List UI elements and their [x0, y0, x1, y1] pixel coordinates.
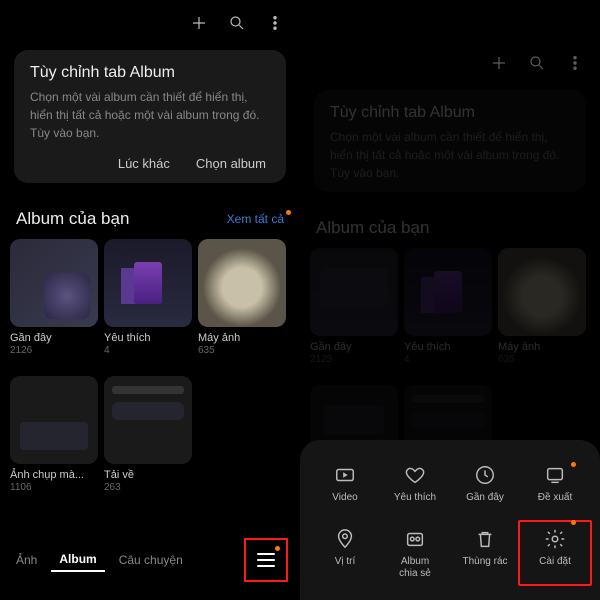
menu-label: Gần đây	[466, 492, 504, 504]
menu-suggest[interactable]: Đề xuất	[520, 464, 590, 504]
album-count: 1106	[10, 482, 98, 493]
screen-menu-open: Tùy chỉnh tab Album Chọn một vài album c…	[300, 0, 600, 600]
see-all-link[interactable]: Xem tất cả	[227, 212, 284, 226]
album-item[interactable]: Máy ảnh 635	[198, 239, 286, 356]
menu-button[interactable]	[244, 538, 288, 582]
menu-shared-album[interactable]: Album chia sẻ	[380, 528, 450, 580]
section-header: Album của bạn	[300, 202, 600, 248]
card-actions: Lúc khác Chọn album	[30, 156, 270, 173]
menu-label: Album chia sẻ	[399, 556, 431, 580]
album-count: 263	[104, 482, 192, 493]
section-title: Album của bạn	[316, 218, 429, 238]
more-icon[interactable]	[266, 14, 284, 32]
menu-settings[interactable]: Cài đặt	[518, 520, 592, 586]
album-title: Máy ảnh	[198, 332, 286, 344]
tab-album[interactable]: Album	[51, 548, 104, 572]
album-count: 4	[404, 354, 492, 365]
customize-card: Tùy chỉnh tab Album Chọn một vài album c…	[314, 90, 586, 192]
video-icon	[334, 464, 356, 486]
album-count: 4	[104, 345, 192, 356]
album-thumbnail	[498, 248, 586, 336]
section-title: Album của bạn	[16, 209, 129, 229]
album-thumbnail	[310, 248, 398, 336]
tab-stories[interactable]: Câu chuyện	[111, 549, 191, 571]
card-title: Tùy chỉnh tab Album	[30, 64, 270, 82]
card-body: Chọn một vài album cần thiết để hiển thị…	[330, 128, 570, 182]
album-title: Yêu thích	[404, 341, 492, 353]
bottom-nav: Ảnh Album Câu chuyện	[0, 524, 300, 600]
top-bar	[0, 0, 300, 40]
album-item: Yêu thích 4	[404, 248, 492, 365]
album-thumbnail	[10, 376, 98, 464]
top-bar	[300, 40, 600, 80]
tab-photos[interactable]: Ảnh	[8, 549, 45, 571]
location-icon	[334, 528, 356, 550]
album-item[interactable]: Ảnh chụp mà... 1106	[10, 376, 98, 493]
search-icon[interactable]	[228, 14, 246, 32]
album-grid: Gần đây 2126 Yêu thích 4 Máy ảnh 635 Ảnh…	[0, 239, 300, 493]
trash-icon	[474, 528, 496, 550]
album-title: Gần đây	[10, 332, 98, 344]
clock-icon	[474, 464, 496, 486]
suggest-icon	[544, 464, 566, 486]
album-item: Gần đây 2125	[310, 248, 398, 365]
album-thumbnail	[404, 248, 492, 336]
album-item[interactable]: Yêu thích 4	[104, 239, 192, 356]
album-title: Máy ảnh	[498, 341, 586, 353]
album-count: 2125	[310, 354, 398, 365]
menu-recent[interactable]: Gần đây	[450, 464, 520, 504]
menu-label: Video	[332, 492, 357, 504]
menu-favorite[interactable]: Yêu thích	[380, 464, 450, 504]
menu-label: Đề xuất	[538, 492, 572, 504]
later-button[interactable]: Lúc khác	[118, 156, 170, 171]
album-item: Máy ảnh 635	[498, 248, 586, 365]
screen-album-tab: Tùy chỉnh tab Album Chọn một vài album c…	[0, 0, 300, 600]
more-icon[interactable]	[566, 54, 584, 72]
album-title: Yêu thích	[104, 332, 192, 344]
search-icon[interactable]	[528, 54, 546, 72]
menu-trash[interactable]: Thùng rác	[450, 528, 520, 580]
menu-video[interactable]: Video	[310, 464, 380, 504]
heart-icon	[404, 464, 426, 486]
menu-label: Cài đặt	[539, 556, 571, 568]
bottom-sheet: Video Yêu thích Gần đây Đề xuất Vị trí A…	[300, 440, 600, 600]
customize-card: Tùy chỉnh tab Album Chọn một vài album c…	[14, 50, 286, 183]
menu-label: Vị trí	[335, 556, 356, 568]
album-count: 635	[198, 345, 286, 356]
album-thumbnail	[104, 376, 192, 464]
album-thumbnail	[104, 239, 192, 327]
card-body: Chọn một vài album cần thiết để hiển thị…	[30, 88, 270, 142]
hamburger-icon	[257, 553, 275, 567]
album-title: Ảnh chụp mà...	[10, 469, 98, 481]
album-count: 2126	[10, 345, 98, 356]
menu-location[interactable]: Vị trí	[310, 528, 380, 580]
gear-icon	[544, 528, 566, 550]
plus-icon[interactable]	[490, 54, 508, 72]
album-item[interactable]: Tải về 263	[104, 376, 192, 493]
plus-icon[interactable]	[190, 14, 208, 32]
menu-label: Yêu thích	[394, 492, 436, 504]
menu-label: Thùng rác	[462, 556, 507, 568]
album-count: 635	[498, 354, 586, 365]
section-header: Album của bạn Xem tất cả	[0, 193, 300, 239]
shared-icon	[404, 528, 426, 550]
album-item[interactable]: Gần đây 2126	[10, 239, 98, 356]
card-title: Tùy chỉnh tab Album	[330, 104, 570, 122]
album-title: Tải về	[104, 469, 192, 481]
album-thumbnail	[198, 239, 286, 327]
album-title: Gần đây	[310, 341, 398, 353]
choose-album-button[interactable]: Chọn album	[196, 156, 266, 171]
album-thumbnail	[10, 239, 98, 327]
